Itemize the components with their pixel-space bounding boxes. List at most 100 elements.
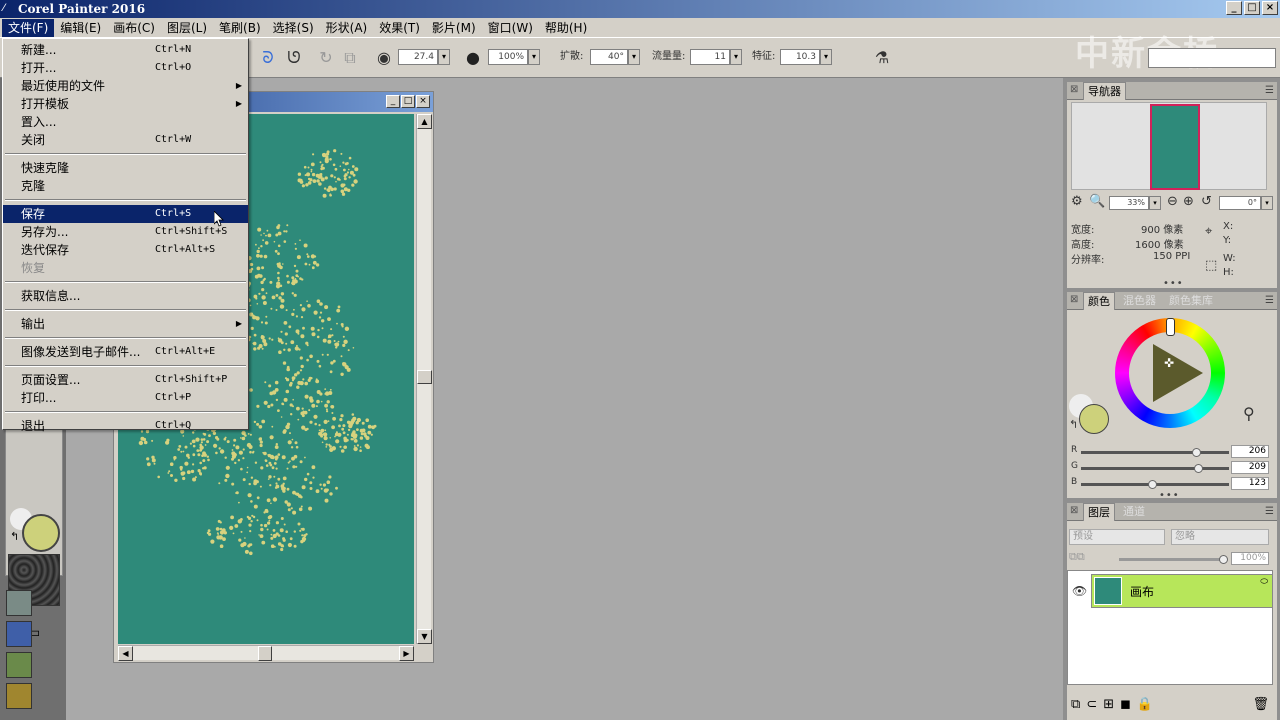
zoom-out-icon[interactable]: ⊖	[1167, 194, 1178, 209]
doc-maximize-button[interactable]: □	[401, 95, 415, 108]
stroke-straight-icon[interactable]: ᘎ	[284, 48, 304, 68]
stroke-freehand-icon[interactable]: ᘐ	[258, 48, 278, 68]
layer-opacity-knob[interactable]	[1219, 555, 1228, 564]
resize-grip-icon[interactable]: •••	[1159, 490, 1180, 501]
menu-item-print[interactable]: 打印... Ctrl+P	[3, 389, 248, 407]
close-icon[interactable]: ⊠	[1070, 295, 1081, 306]
blue-value[interactable]: 123	[1231, 477, 1269, 490]
panel-menu-icon[interactable]: ☰	[1265, 85, 1274, 96]
menu-item-export[interactable]: 输出 ▶	[3, 315, 248, 333]
main-color-swatch[interactable]	[22, 514, 60, 552]
composite-method-select[interactable]: 预设	[1069, 529, 1165, 545]
swap-colors-icon[interactable]: ↰	[1069, 418, 1078, 431]
tab-color[interactable]: 颜色	[1083, 292, 1115, 310]
layer-opacity-slider[interactable]	[1119, 555, 1228, 564]
menu-item-save-as[interactable]: 另存为... Ctrl+Shift+S	[3, 223, 248, 241]
menu-file[interactable]: 文件(F)	[2, 18, 55, 37]
opacity-value[interactable]: 100%	[488, 49, 528, 65]
vertical-scrollbar[interactable]: ▲ ▼	[416, 114, 432, 644]
red-value[interactable]: 206	[1231, 445, 1269, 458]
spread-value[interactable]: 40°	[590, 49, 628, 65]
eye-visibility-icon[interactable]: 👁	[1072, 584, 1087, 598]
panel-menu-icon[interactable]: ☰	[1265, 506, 1274, 517]
menu-canvas[interactable]: 画布(C)	[107, 19, 161, 37]
red-slider-knob[interactable]	[1192, 448, 1201, 457]
menu-brushes[interactable]: 笔刷(B)	[213, 19, 267, 37]
main-color-swatch[interactable]	[1079, 404, 1109, 434]
navigator-preview[interactable]	[1071, 102, 1267, 190]
maximize-button[interactable]: □	[1244, 1, 1260, 15]
feature-value[interactable]: 10.3	[780, 49, 820, 65]
rotation-dropdown[interactable]: ▾	[1261, 196, 1273, 210]
saturation-value-triangle[interactable]	[1153, 344, 1203, 402]
doc-minimize-button[interactable]: _	[386, 95, 400, 108]
spread-dropdown[interactable]: ▾	[628, 49, 640, 65]
new-layer-icon[interactable]: ⊞	[1103, 697, 1114, 712]
menu-item-get-info[interactable]: 获取信息...	[3, 287, 248, 305]
menu-edit[interactable]: 编辑(E)	[54, 19, 107, 37]
menu-item-clone[interactable]: 克隆	[3, 177, 248, 195]
zoom-dropdown[interactable]: ▾	[1149, 196, 1161, 210]
menu-item-iterative-save[interactable]: 迭代保存 Ctrl+Alt+S	[3, 241, 248, 259]
panel-menu-icon[interactable]: ☰	[1265, 295, 1274, 306]
menu-item-recent-files[interactable]: 最近使用的文件 ▶	[3, 77, 248, 95]
green-slider[interactable]	[1081, 464, 1229, 473]
nozzle-library-icon[interactable]	[6, 652, 32, 678]
blue-slider[interactable]	[1081, 480, 1229, 489]
resize-grip-icon[interactable]: •••	[1163, 278, 1184, 289]
green-slider-knob[interactable]	[1194, 464, 1203, 473]
menu-item-new[interactable]: 新建... Ctrl+N	[3, 41, 248, 59]
menu-movie[interactable]: 影片(M)	[426, 19, 482, 37]
flow-value[interactable]: 11	[690, 49, 730, 65]
layer-stack-icon[interactable]: ⧉	[1071, 697, 1080, 712]
weave-library-icon[interactable]	[6, 683, 32, 709]
vertical-scroll-thumb[interactable]	[417, 370, 432, 384]
tab-channels[interactable]: 通道	[1119, 503, 1149, 521]
blue-slider-knob[interactable]	[1148, 480, 1157, 489]
close-icon[interactable]: ⊠	[1070, 506, 1081, 517]
menu-item-page-setup[interactable]: 页面设置... Ctrl+Shift+P	[3, 371, 248, 389]
menu-window[interactable]: 窗口(W)	[482, 19, 539, 37]
menu-item-place[interactable]: 置入...	[3, 113, 248, 131]
tab-color-sets[interactable]: 颜色集库	[1165, 292, 1217, 310]
delete-layer-icon[interactable]: 🗑	[1252, 697, 1269, 712]
doc-close-button[interactable]: ×	[416, 95, 430, 108]
brush-search-input[interactable]	[1148, 48, 1276, 68]
opacity-dropdown[interactable]: ▾	[528, 49, 540, 65]
tab-mixer[interactable]: 混色器	[1119, 292, 1160, 310]
menu-layers[interactable]: 图层(L)	[161, 19, 213, 37]
brush-tracking-icon[interactable]: ⚗	[872, 48, 892, 68]
menu-item-close[interactable]: 关闭 Ctrl+W	[3, 131, 248, 149]
menu-select[interactable]: 选择(S)	[267, 19, 320, 37]
swap-colors-icon[interactable]: ↰	[10, 530, 19, 543]
rotate-icon[interactable]: ↺	[1201, 194, 1212, 209]
gradient-library-icon[interactable]	[6, 621, 32, 647]
close-button[interactable]: ×	[1262, 1, 1278, 15]
layer-row-canvas[interactable]: 画布 ⬭	[1091, 574, 1273, 608]
horizontal-scrollbar[interactable]: ◀ ▶	[118, 645, 414, 661]
menu-shapes[interactable]: 形状(A)	[320, 19, 374, 37]
close-icon[interactable]: ⊠	[1070, 85, 1081, 96]
flow-dropdown[interactable]: ▾	[730, 49, 742, 65]
feature-dropdown[interactable]: ▾	[820, 49, 832, 65]
menu-item-exit[interactable]: 退出 Ctrl+Q	[3, 417, 248, 435]
clone-source-icon[interactable]: ↻	[316, 48, 336, 68]
menu-help[interactable]: 帮助(H)	[539, 19, 593, 37]
green-value[interactable]: 209	[1231, 461, 1269, 474]
horizontal-scroll-thumb[interactable]	[258, 646, 272, 661]
lock-icon[interactable]: 🔒	[1137, 697, 1153, 712]
scroll-right-button[interactable]: ▶	[399, 646, 414, 661]
layer-group-icon[interactable]: ⊂	[1086, 697, 1097, 712]
layer-lock-icons[interactable]: ⧉⧉	[1069, 550, 1085, 564]
zoom-value[interactable]: 33%	[1109, 196, 1149, 210]
rotation-value[interactable]: 0°	[1219, 196, 1261, 210]
minimize-button[interactable]: _	[1226, 1, 1242, 15]
scroll-down-button[interactable]: ▼	[417, 629, 432, 644]
size-dropdown[interactable]: ▾	[438, 49, 450, 65]
layer-opacity-value[interactable]: 100%	[1231, 552, 1269, 565]
pattern-library-icon[interactable]	[6, 590, 32, 616]
navigator-thumbnail[interactable]	[1150, 104, 1200, 190]
tracing-icon[interactable]: ⧉	[340, 48, 360, 68]
menu-item-email-image[interactable]: 图像发送到电子邮件... Ctrl+Alt+E	[3, 343, 248, 361]
tab-navigator[interactable]: 导航器	[1083, 82, 1126, 100]
